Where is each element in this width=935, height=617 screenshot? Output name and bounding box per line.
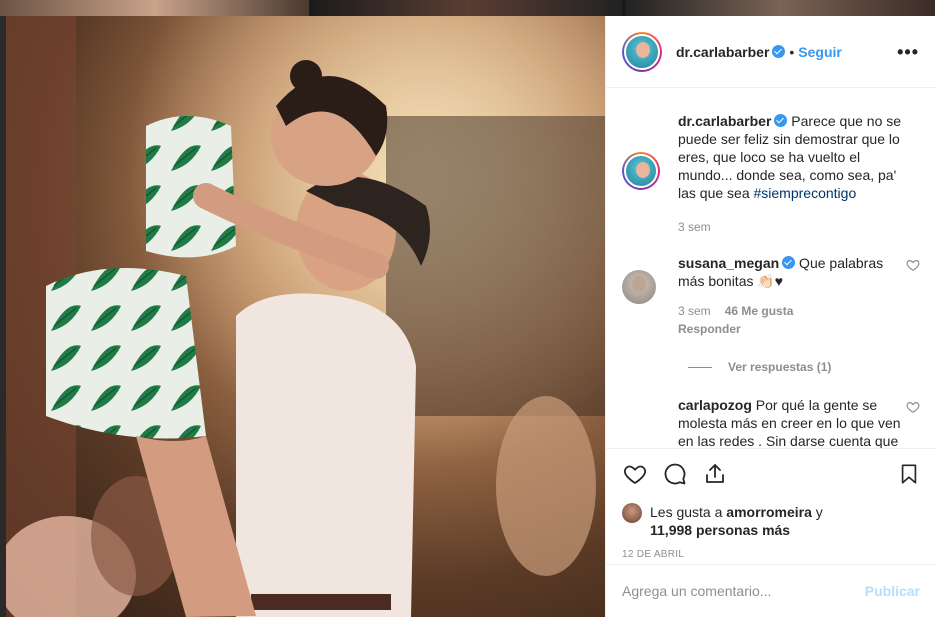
comment-body: carlapozog Por qué la gente se molesta m…: [678, 396, 908, 448]
comment-input[interactable]: [622, 583, 865, 599]
comments-list[interactable]: dr.carlabarber Parece que no se puede se…: [606, 88, 935, 448]
view-replies-label: Ver respuestas (1): [728, 360, 832, 374]
verified-badge-icon: [772, 44, 786, 58]
publish-button[interactable]: Publicar: [865, 583, 920, 599]
background-thumbnail: [313, 0, 622, 16]
caption: dr.carlabarber Parece que no se puede se…: [622, 112, 920, 236]
comment-body: susana_megan Que palabras más bonitas 👏🏻…: [678, 254, 908, 338]
post-photo[interactable]: [6, 16, 605, 617]
caption-hashtag-link[interactable]: #siemprecontigo: [754, 185, 857, 201]
post-actions: Les gusta a amorromeira y 11,998 persona…: [606, 448, 935, 560]
more-options-icon[interactable]: •••: [897, 43, 919, 61]
post-side-panel: dr.carlabarber • Seguir ••• dr.carlabarb…: [605, 16, 935, 617]
liker-username[interactable]: amorromeira: [726, 504, 812, 520]
likes-count[interactable]: 11,998 personas más: [650, 522, 790, 538]
caption-username[interactable]: dr.carlabarber: [678, 113, 771, 129]
post-date[interactable]: 12 DE ABRIL: [622, 549, 920, 560]
background-thumbnail: [626, 0, 935, 16]
liker-avatar: [622, 503, 642, 523]
likes-prefix: Les gusta a: [650, 504, 727, 520]
share-icon[interactable]: [702, 462, 728, 486]
comment-username[interactable]: carlapozog: [678, 397, 752, 413]
post-header: dr.carlabarber • Seguir •••: [606, 16, 935, 88]
author-username[interactable]: dr.carlabarber: [676, 44, 786, 60]
bookmark-icon[interactable]: [898, 462, 920, 486]
comment-username[interactable]: susana_megan: [678, 255, 779, 271]
comment-like-heart-icon[interactable]: [906, 400, 920, 414]
comment-item: susana_megan Que palabras más bonitas 👏🏻…: [622, 254, 920, 338]
comment-meta: 3 sem 46 Me gusta: [678, 302, 908, 320]
caption-body: dr.carlabarber Parece que no se puede se…: [678, 112, 908, 236]
verified-badge-icon: [782, 256, 796, 269]
caption-author-avatar[interactable]: [622, 152, 660, 190]
likes-middle: y: [811, 504, 823, 520]
likes-text: Les gusta a amorromeira y 11,998 persona…: [650, 503, 823, 539]
likes-summary[interactable]: Les gusta a amorromeira y 11,998 persona…: [622, 503, 920, 539]
comment-icon[interactable]: [662, 462, 688, 486]
author-avatar[interactable]: [622, 31, 662, 72]
header-separator: •: [789, 43, 795, 60]
comment-likes-count[interactable]: 46 Me gusta: [725, 304, 794, 318]
reply-button[interactable]: Responder: [678, 320, 908, 338]
action-icons: [622, 461, 920, 487]
add-comment-bar: Publicar: [606, 564, 935, 617]
follow-button[interactable]: Seguir: [798, 44, 842, 60]
comment-like-heart-icon[interactable]: [906, 258, 920, 272]
comment-item: carlapozog Por qué la gente se molesta m…: [622, 396, 920, 448]
view-replies-line: [688, 366, 712, 368]
heart-icon[interactable]: [622, 462, 648, 486]
background-thumbnail: [0, 0, 309, 16]
caption-time[interactable]: 3 sem: [678, 218, 908, 236]
commenter-avatar-placeholder: [622, 396, 660, 448]
commenter-avatar[interactable]: [622, 270, 656, 304]
photo-illustration: [6, 16, 605, 617]
background-grid-strip: [0, 0, 935, 16]
verified-badge-icon: [774, 114, 788, 127]
comment-time[interactable]: 3 sem: [678, 304, 711, 318]
view-replies-button[interactable]: Ver respuestas (1): [688, 360, 920, 374]
